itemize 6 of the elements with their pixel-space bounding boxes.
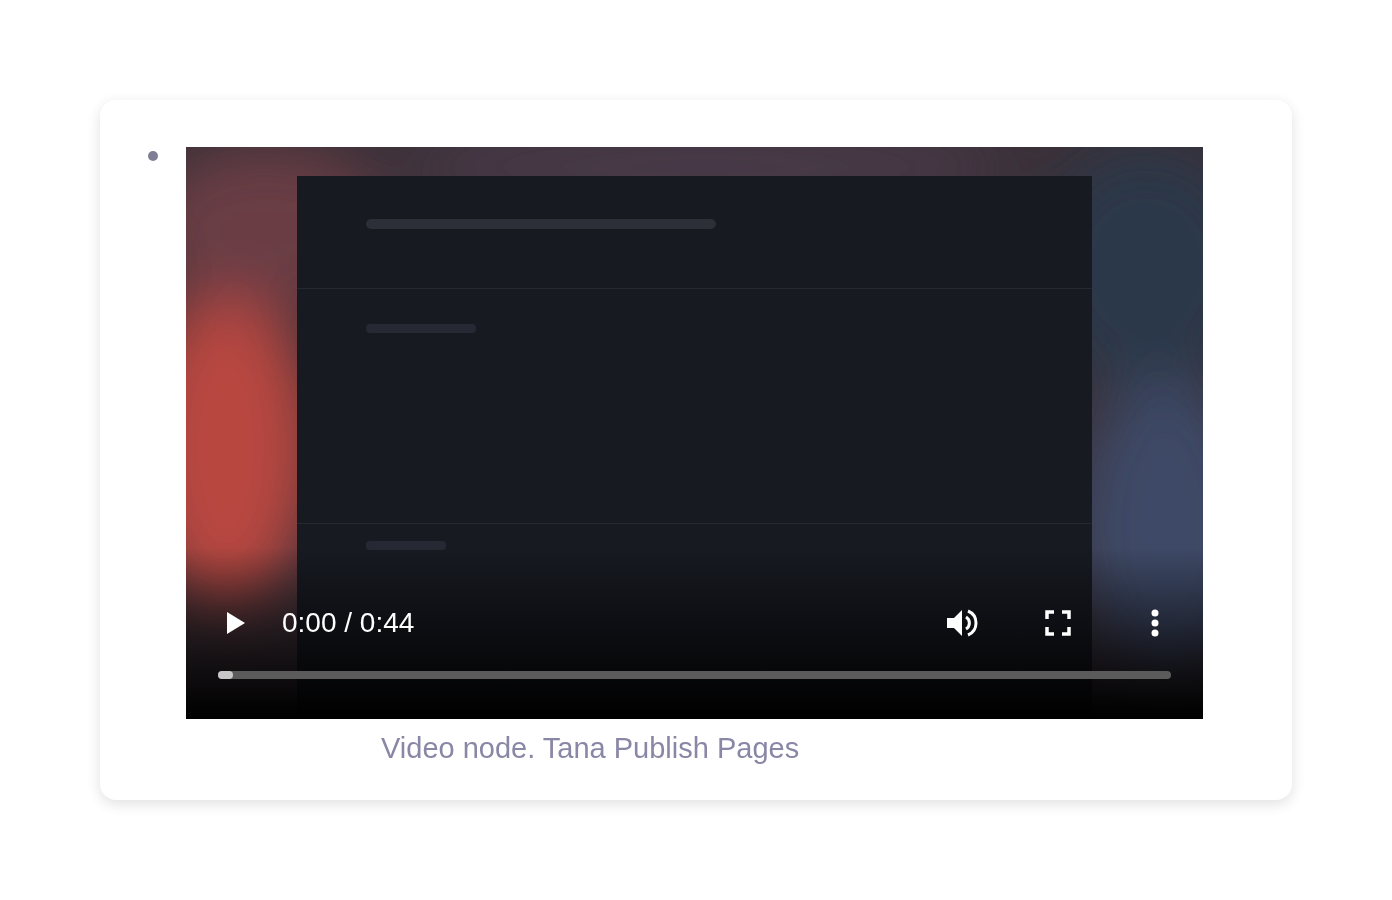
fullscreen-button[interactable]	[1044, 609, 1072, 637]
time-display: 0:00 / 0:44	[282, 606, 415, 640]
video-caption: Video node. Tana Publish Pages	[381, 731, 801, 766]
volume-button[interactable]	[945, 607, 979, 639]
bullet-icon	[148, 151, 158, 161]
progress-track[interactable]	[218, 671, 1171, 679]
